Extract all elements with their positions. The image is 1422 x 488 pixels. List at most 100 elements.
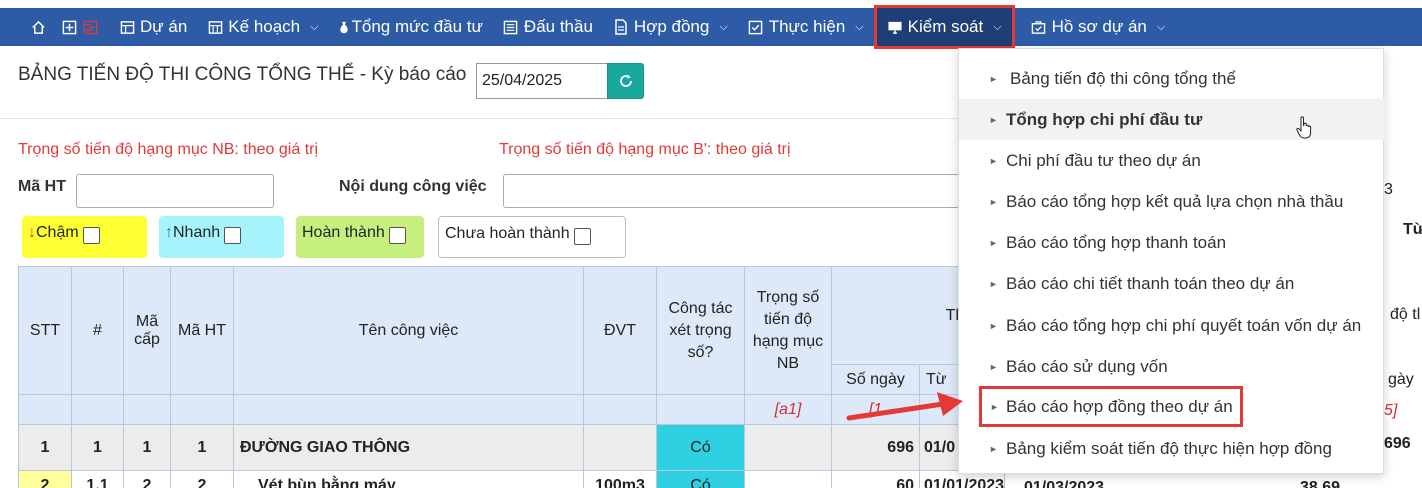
- nav-hop-dong[interactable]: Hợp đồng ⌵: [603, 8, 738, 46]
- fragment-gay: gày: [1388, 371, 1414, 388]
- menu-item-label: Báo cáo sử dụng vốn: [1006, 356, 1168, 376]
- list-icon: [503, 19, 519, 35]
- hand-cursor-icon: [1296, 116, 1312, 139]
- nav-dau-thau-label: Đấu thầu: [523, 17, 593, 36]
- menu-item-label: Tổng hợp chi phí đầu tư: [1006, 109, 1203, 129]
- nav-hop-dong-label: Hợp đồng: [633, 17, 710, 36]
- cell-value: 38,69: [1300, 479, 1341, 488]
- table-row[interactable]: 1 1 1 1 ĐƯỜNG GIAO THÔNG Có 696 01/0: [18, 424, 1006, 471]
- col-ten-cong-viec: Tên công việc: [233, 266, 584, 395]
- menu-item-label: Báo cáo tổng hợp chi phí quyết toán vốn …: [1006, 315, 1362, 335]
- nav-ho-so-du-an[interactable]: Hồ sơ dự án ⌵: [1021, 8, 1176, 46]
- filter-hoan-thanh-label: Hoàn thành: [302, 224, 385, 241]
- monitor-icon: [887, 19, 903, 35]
- caret-right-icon: ►: [989, 443, 998, 454]
- cell-ma-ht: 2: [170, 470, 234, 488]
- menu-item-hop-dong-theo-du-an[interactable]: ► Báo cáo hợp đồng theo dự án: [979, 386, 1243, 427]
- noi-dung-input[interactable]: [503, 174, 963, 208]
- menu-item-bang-tien-do[interactable]: ► Bảng tiến độ thi công tổng thể: [959, 58, 1385, 99]
- cell-so-ngay: 60: [831, 470, 920, 488]
- menu-item-label: Báo cáo tổng hợp thanh toán: [1006, 232, 1227, 252]
- menu-item-chi-tiet-thanh-toan[interactable]: ► Báo cáo chi tiết thanh toán theo dự án: [959, 263, 1385, 304]
- col-trong-so: Trọng số tiến độ hạng mục NB: [744, 266, 832, 395]
- filter-nhanh-label: Nhanh: [173, 224, 221, 241]
- cell-ten: ĐƯỜNG GIAO THÔNG: [233, 424, 584, 471]
- cell-cong-tac[interactable]: Có: [656, 470, 745, 488]
- red-arrow-icon: [846, 392, 963, 421]
- filter-chua-hoan-thanh-checkbox[interactable]: [573, 228, 591, 245]
- cell-dvt: 100m3: [583, 470, 657, 488]
- page-title: BẢNG TIẾN ĐỘ THI CÔNG TỔNG THỂ - Kỳ báo …: [18, 64, 467, 85]
- nav-ke-hoach[interactable]: Kế hoạch ⌵: [197, 8, 328, 46]
- kiem-soat-dropdown: ► Bảng tiến độ thi công tổng thể ► Tổng …: [958, 48, 1385, 474]
- cell-trong-so: [744, 470, 832, 488]
- fragment-do: độ tl: [1390, 306, 1421, 323]
- menu-item-quyet-toan-von[interactable]: ► Báo cáo tổng hợp chi phí quyết toán vố…: [959, 305, 1385, 346]
- table-row[interactable]: 2 1.1 2 2 Vét bùn bằng máy 100m3 Có 60 0…: [18, 470, 1006, 488]
- cell-cong-tac[interactable]: Có: [656, 424, 745, 471]
- filter-hoan-thanh-checkbox[interactable]: [388, 227, 406, 244]
- cell-hash: 1.1: [71, 470, 124, 488]
- noi-dung-label: Nội dung công việc: [339, 178, 487, 195]
- document-icon: [613, 19, 629, 35]
- cell-hash: 1: [71, 424, 124, 471]
- briefcase-check-icon: [1031, 19, 1047, 35]
- plus-square-icon: [61, 19, 77, 35]
- filter-nhanh[interactable]: ↑ Nhanh: [159, 216, 284, 258]
- nav-tong-muc-dau-tu[interactable]: Tổng mức đầu tư: [328, 8, 492, 46]
- top-navbar: Dự án Kế hoạch ⌵ Tổng mức đầu tư Đấu thầ…: [0, 5, 1422, 49]
- menu-item-label: Bảng tiến độ thi công tổng thể: [1010, 68, 1236, 88]
- menu-item-tong-hop-thanh-toan[interactable]: ► Báo cáo tổng hợp thanh toán: [959, 222, 1385, 263]
- menu-item-chi-phi-theo-du-an[interactable]: ► Chi phí đầu tư theo dự án: [959, 140, 1385, 181]
- nav-du-an[interactable]: Dự án: [109, 8, 197, 46]
- filter-cham-checkbox[interactable]: [82, 227, 100, 244]
- menu-item-label: Báo cáo tổng hợp kết quả lựa chọn nhà th…: [1006, 191, 1344, 211]
- ma-ht-input[interactable]: [76, 174, 274, 208]
- filter-cham[interactable]: ↓ Chậm: [22, 216, 147, 258]
- arrow-down-icon: ↓: [28, 224, 36, 241]
- chevron-down-icon: ⌵: [1156, 20, 1166, 33]
- menu-item-su-dung-von[interactable]: ► Báo cáo sử dụng vốn: [959, 346, 1385, 387]
- table-icon: [119, 19, 135, 35]
- menu-item-kiem-soat-tien-do-hop-dong[interactable]: ► Bảng kiểm soát tiến độ thực hiện hợp đ…: [959, 428, 1385, 469]
- menu-item-label: Bảng kiểm soát tiến độ thực hiện hợp đồn…: [1006, 438, 1332, 458]
- menu-item-tong-hop-chi-phi[interactable]: ► Tổng hợp chi phí đầu tư: [959, 99, 1385, 140]
- filter-nhanh-checkbox[interactable]: [224, 227, 242, 244]
- nav-thuc-hien[interactable]: Thực hiện ⌵: [738, 8, 874, 46]
- nav-dau-thau[interactable]: Đấu thầu: [493, 8, 603, 46]
- refresh-button[interactable]: [607, 63, 644, 99]
- home-button[interactable]: [0, 8, 57, 46]
- cell-dvt: [583, 424, 657, 471]
- cell-ten: Vét bùn bằng máy: [233, 470, 584, 488]
- cell-trong-so: [744, 424, 832, 471]
- divider: [0, 118, 960, 119]
- nav-kiem-soat[interactable]: Kiểm soát ⌵: [873, 5, 1015, 49]
- filter-hoan-thanh[interactable]: Hoàn thành: [296, 216, 424, 258]
- cell-stt: 2: [18, 470, 72, 488]
- cell-ma-cap: 2: [123, 470, 171, 488]
- chevron-down-icon: ⌵: [310, 20, 319, 33]
- calendar-table-icon: [207, 19, 223, 35]
- filter-chua-hoan-thanh-label: Chưa hoàn thành: [445, 225, 570, 242]
- arrow-up-icon: ↑: [165, 224, 173, 241]
- menu-item-lua-chon-nha-thau[interactable]: ► Báo cáo tổng hợp kết quả lựa chọn nhà …: [959, 181, 1385, 222]
- caret-right-icon: ►: [989, 320, 998, 331]
- cell-ma-cap: 1: [123, 424, 171, 471]
- cell-ma-ht: 1: [170, 424, 234, 471]
- check-square-icon: [748, 19, 764, 35]
- grid-toggle-button[interactable]: [57, 8, 109, 46]
- col-ma-ht: Mã HT: [170, 266, 234, 395]
- menu-item-label: Báo cáo hợp đồng theo dự án: [1006, 396, 1233, 416]
- menu-item-label: Chi phí đầu tư theo dự án: [1006, 150, 1201, 170]
- chevron-down-icon: ⌵: [855, 20, 864, 33]
- caret-right-icon: ►: [989, 278, 998, 289]
- progress-table: STT # Mã cấp Mã HT Tên công việc ĐVT Côn…: [18, 266, 1006, 488]
- marker-a1: [a1]: [744, 394, 832, 425]
- fragment-num: 696: [1384, 435, 1411, 452]
- ma-ht-label: Mã HT: [18, 178, 66, 195]
- report-date-input[interactable]: [476, 63, 608, 99]
- nav-ke-hoach-label: Kế hoạch: [228, 17, 301, 36]
- filter-chua-hoan-thanh[interactable]: Chưa hoàn thành: [438, 216, 626, 258]
- fragment-tu: Từ: [1403, 221, 1422, 238]
- menu-item-label: Báo cáo chi tiết thanh toán theo dự án: [1006, 273, 1295, 293]
